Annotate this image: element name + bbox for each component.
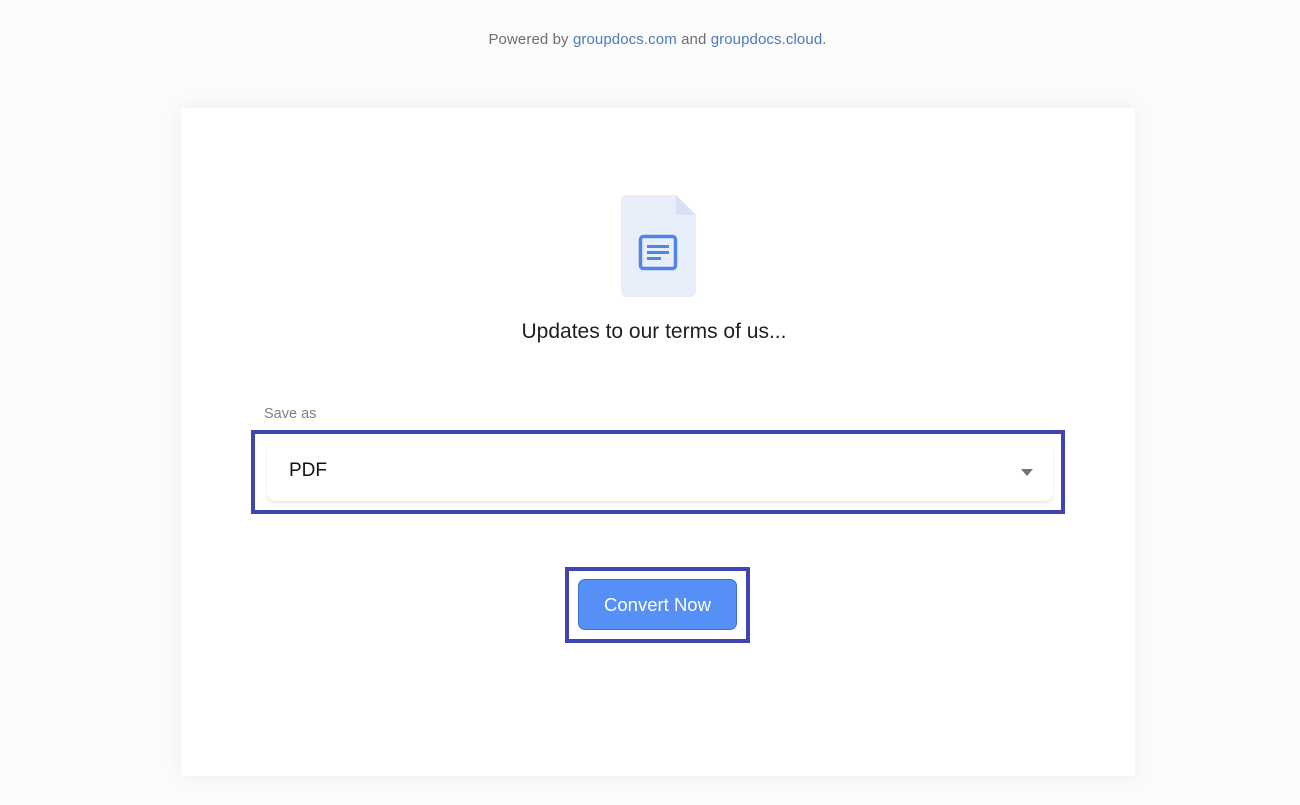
convert-now-button[interactable]: Convert Now [578,579,737,630]
powered-by-line: Powered by groupdocs.com and groupdocs.c… [0,31,1300,48]
powered-by-and: and [681,31,707,48]
powered-by-period: . [822,31,827,48]
document-icon [621,195,696,297]
powered-by-text: Powered by [488,31,569,48]
chevron-down-icon [1021,469,1033,476]
format-select-value: PDF [289,460,327,481]
convert-button-highlight: Convert Now [565,567,750,643]
format-select[interactable]: PDF [267,441,1053,501]
file-name: Updates to our terms of us... [521,320,787,343]
groupdocs-com-link[interactable]: groupdocs.com [573,31,677,48]
format-select-highlight: PDF [251,430,1065,514]
page: Powered by groupdocs.com and groupdocs.c… [0,0,1300,805]
save-as-label: Save as [264,406,317,422]
groupdocs-cloud-link[interactable]: groupdocs.cloud [711,31,823,48]
converter-card: Updates to our terms of us... Save as PD… [181,108,1135,776]
